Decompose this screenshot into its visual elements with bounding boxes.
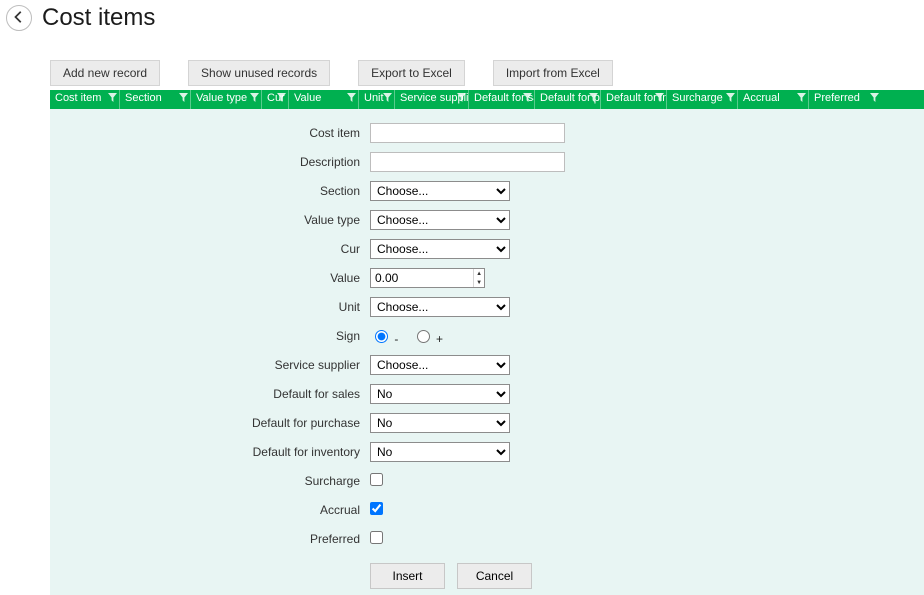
- unit-select[interactable]: Choose...: [370, 297, 510, 317]
- filter-icon[interactable]: [108, 93, 117, 102]
- cancel-button[interactable]: Cancel: [457, 563, 532, 589]
- value-type-select[interactable]: Choose...: [370, 210, 510, 230]
- grid-col-label: Preferred: [814, 92, 860, 104]
- label-value: Value: [70, 271, 370, 285]
- filter-icon[interactable]: [797, 93, 806, 102]
- label-default-purchase: Default for purchase: [70, 416, 370, 430]
- accrual-checkbox[interactable]: [370, 502, 383, 515]
- filter-icon[interactable]: [726, 93, 735, 102]
- value-stepper[interactable]: ▲ ▼: [370, 268, 485, 288]
- cur-select[interactable]: Choose...: [370, 239, 510, 259]
- arrow-left-icon: [12, 10, 26, 27]
- toolbar: Add new record Show unused records Expor…: [0, 60, 924, 86]
- grid-col-label: Value type: [196, 92, 247, 104]
- preferred-checkbox[interactable]: [370, 531, 383, 544]
- grid-col-5[interactable]: Unit: [359, 90, 395, 109]
- surcharge-checkbox[interactable]: [370, 473, 383, 486]
- grid-col-11[interactable]: Accrual: [738, 90, 809, 109]
- filter-icon[interactable]: [589, 93, 598, 102]
- export-to-excel-button[interactable]: Export to Excel: [358, 60, 465, 86]
- label-description: Description: [70, 155, 370, 169]
- grid-col-4[interactable]: Value: [289, 90, 359, 109]
- back-button[interactable]: [6, 5, 32, 31]
- grid-col-label: Unit: [364, 92, 384, 104]
- label-preferred: Preferred: [70, 532, 370, 546]
- filter-icon[interactable]: [347, 93, 356, 102]
- cost-item-input[interactable]: [370, 123, 565, 143]
- default-sales-select[interactable]: No: [370, 384, 510, 404]
- label-unit: Unit: [70, 300, 370, 314]
- filter-icon[interactable]: [655, 93, 664, 102]
- label-default-inventory: Default for inventory: [70, 445, 370, 459]
- filter-icon[interactable]: [277, 93, 286, 102]
- grid-col-label: Accrual: [743, 92, 780, 104]
- value-input[interactable]: [371, 269, 473, 287]
- show-unused-records-button[interactable]: Show unused records: [188, 60, 330, 86]
- filter-icon[interactable]: [523, 93, 532, 102]
- label-surcharge: Surcharge: [70, 474, 370, 488]
- insert-button[interactable]: Insert: [370, 563, 445, 589]
- section-select[interactable]: Choose...: [370, 181, 510, 201]
- add-new-record-button[interactable]: Add new record: [50, 60, 160, 86]
- label-cur: Cur: [70, 242, 370, 256]
- import-from-excel-button[interactable]: Import from Excel: [493, 60, 613, 86]
- grid-col-8[interactable]: Default for purchase: [535, 90, 601, 109]
- grid-col-label: Value: [294, 92, 321, 104]
- filter-icon[interactable]: [250, 93, 259, 102]
- label-section: Section: [70, 184, 370, 198]
- grid-col-7[interactable]: Default for sales: [469, 90, 535, 109]
- label-accrual: Accrual: [70, 503, 370, 517]
- label-value-type: Value type: [70, 213, 370, 227]
- filter-icon[interactable]: [383, 93, 392, 102]
- edit-form: Cost item Description Section Choose... …: [50, 109, 924, 595]
- grid-col-0[interactable]: Cost item: [50, 90, 120, 109]
- grid-col-6[interactable]: Service supplier: [395, 90, 469, 109]
- sign-plus-radio[interactable]: +: [412, 332, 443, 346]
- grid-col-2[interactable]: Value type: [191, 90, 262, 109]
- page-title: Cost items: [42, 4, 155, 32]
- service-supplier-select[interactable]: Choose...: [370, 355, 510, 375]
- description-input[interactable]: [370, 152, 565, 172]
- grid-col-10[interactable]: Surcharge: [667, 90, 738, 109]
- label-sign: Sign: [70, 329, 370, 343]
- spin-up-icon[interactable]: ▲: [474, 269, 484, 278]
- label-cost-item: Cost item: [70, 126, 370, 140]
- default-inventory-select[interactable]: No: [370, 442, 510, 462]
- filter-icon[interactable]: [457, 93, 466, 102]
- grid-col-12[interactable]: Preferred: [809, 90, 881, 109]
- filter-icon[interactable]: [179, 93, 188, 102]
- grid-col-9[interactable]: Default for inventory: [601, 90, 667, 109]
- grid-col-label: Surcharge: [672, 92, 723, 104]
- label-default-sales: Default for sales: [70, 387, 370, 401]
- grid-col-3[interactable]: Cur: [262, 90, 289, 109]
- grid-col-1[interactable]: Section: [120, 90, 191, 109]
- label-service-supplier: Service supplier: [70, 358, 370, 372]
- filter-icon[interactable]: [870, 93, 879, 102]
- grid-col-label: Cost item: [55, 92, 101, 104]
- default-purchase-select[interactable]: No: [370, 413, 510, 433]
- spin-down-icon[interactable]: ▼: [474, 278, 484, 287]
- grid-col-label: Section: [125, 92, 162, 104]
- sign-minus-radio[interactable]: -: [370, 332, 398, 346]
- grid-header: Cost item Section Value type Cur Value Unit Se…: [50, 90, 924, 109]
